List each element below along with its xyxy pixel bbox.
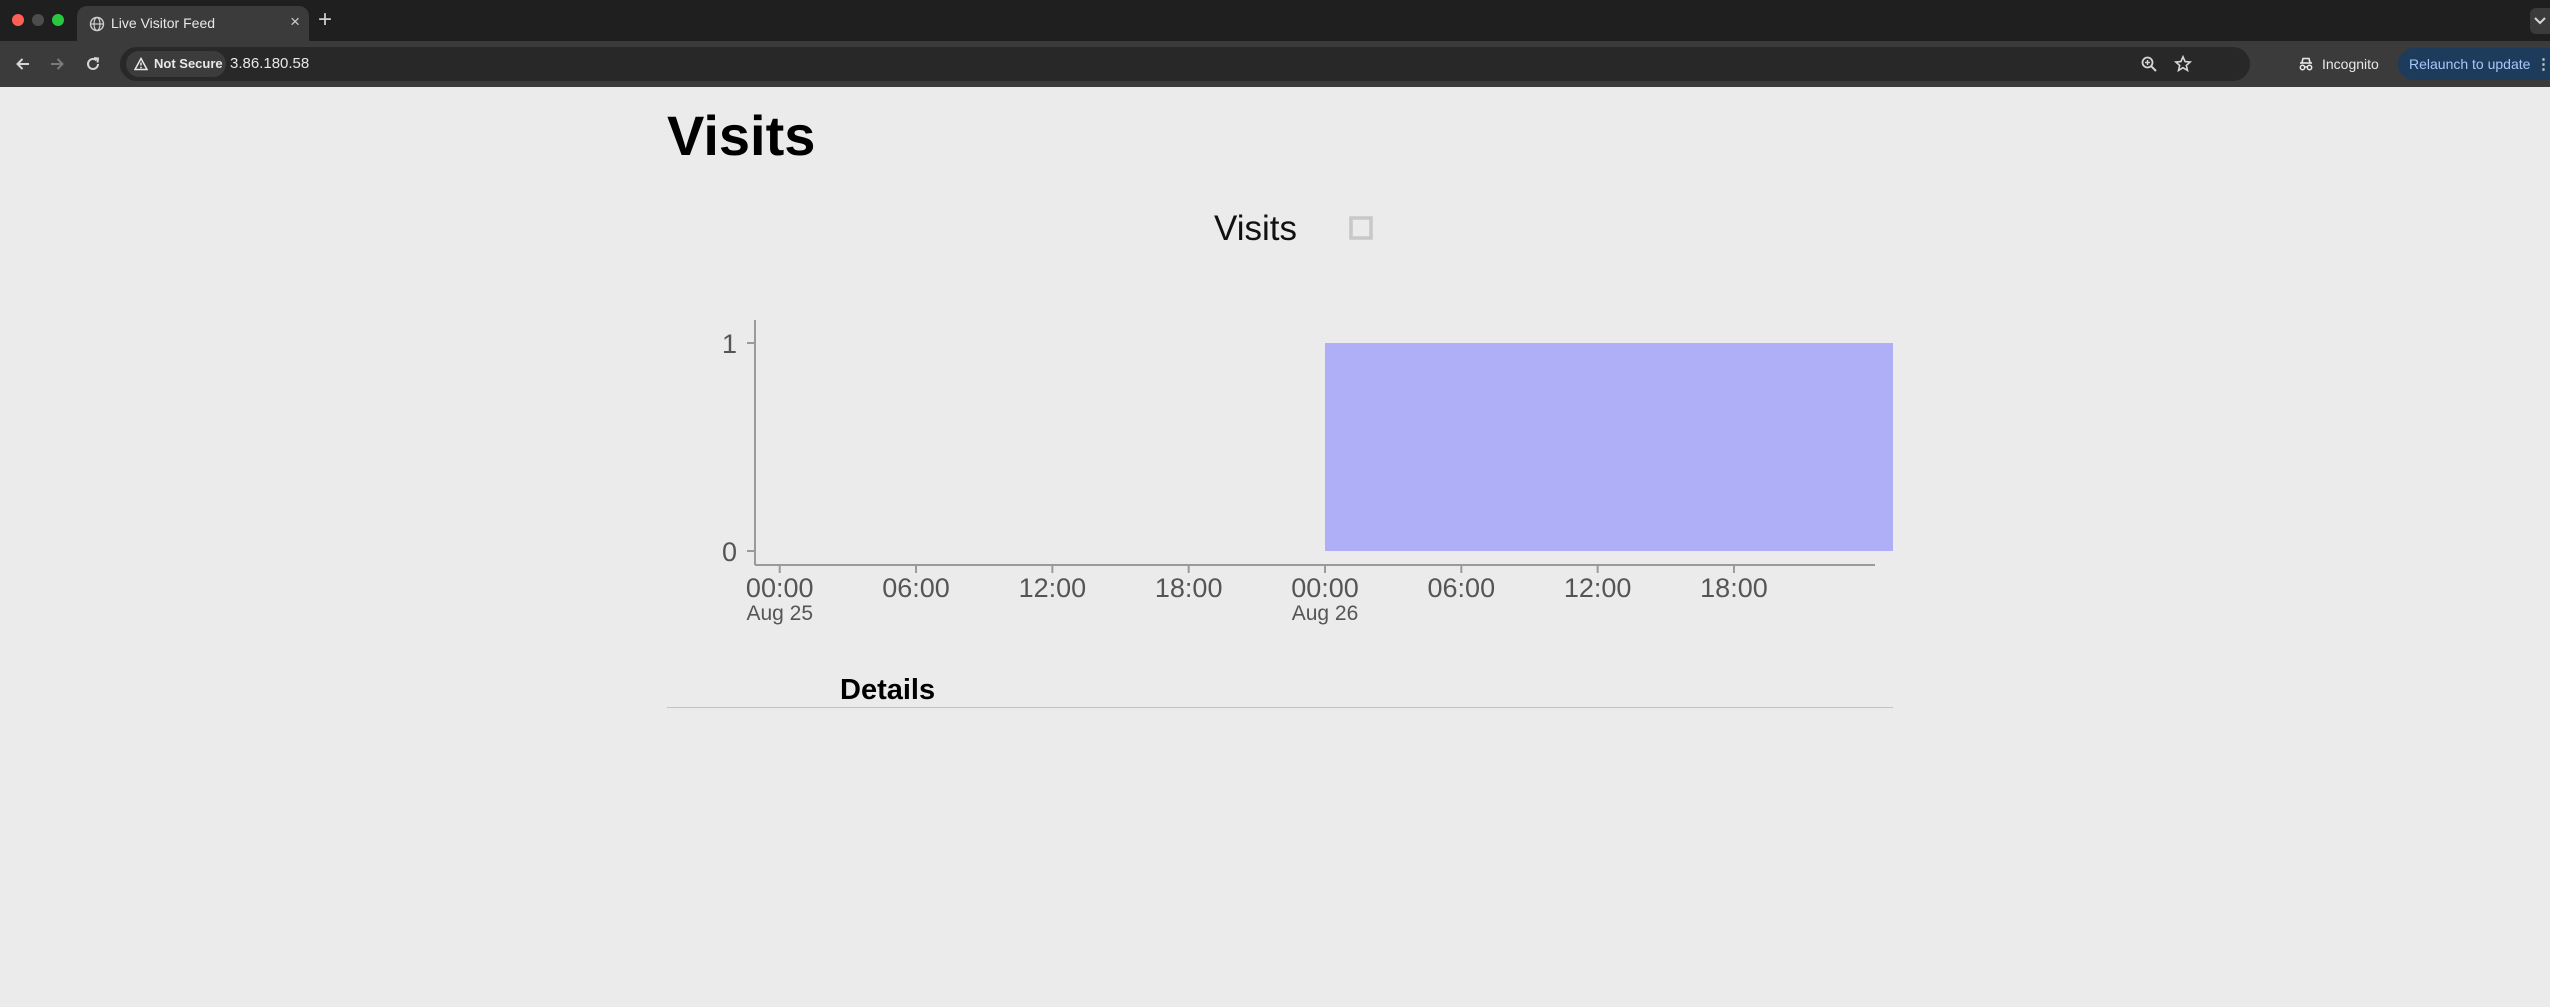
- y-tick-label: 1: [722, 329, 737, 359]
- incognito-label: Incognito: [2322, 56, 2379, 72]
- plot-area: [1325, 343, 1893, 551]
- window-minimize-button[interactable]: [32, 14, 44, 26]
- y-tick-label: 0: [722, 537, 737, 567]
- back-arrow-icon[interactable]: [14, 55, 32, 73]
- reload-icon[interactable]: [84, 55, 102, 73]
- x-tick-label: 00:00: [746, 573, 814, 603]
- zoom-icon[interactable]: [2140, 55, 2158, 73]
- visits-chart: Visits 01 00:00 Aug 25 06:00 12:00 18:00 00:0…: [667, 195, 1907, 640]
- forward-arrow-icon[interactable]: [48, 55, 66, 73]
- window-maximize-button[interactable]: [52, 14, 64, 26]
- window-close-button[interactable]: [12, 14, 24, 26]
- security-label: Not Secure: [154, 56, 223, 71]
- chart-title: Visits: [1214, 209, 1297, 248]
- details-heading: Details: [840, 674, 936, 706]
- tab-title: Live Visitor Feed: [111, 15, 216, 31]
- legend-swatch[interactable]: [1349, 216, 1373, 240]
- security-indicator[interactable]: Not Secure: [126, 51, 226, 77]
- browser-toolbar: Not Secure 3.86.180.58 Incognito Relaunc…: [0, 41, 2550, 87]
- x-tick-label: 06:00: [882, 573, 950, 603]
- relaunch-to-update-button[interactable]: Relaunch to update ⋮: [2398, 48, 2550, 80]
- bookmark-star-icon[interactable]: [2174, 55, 2192, 73]
- x-tick-label: 18:00: [1700, 573, 1768, 603]
- globe-icon: [89, 16, 105, 32]
- visits-chart-svg: Visits 01 00:00Aug 2506:00 12:00 18:00 00:0…: [722, 209, 1893, 625]
- browser-tab-bar: Live Visitor Feed × +: [0, 0, 2550, 41]
- browser-tab-active[interactable]: Live Visitor Feed ×: [77, 6, 309, 41]
- browser-menu-icon[interactable]: ⋮: [2536, 55, 2550, 73]
- tab-search-button[interactable]: [2530, 8, 2550, 34]
- chevron-down-icon: [2534, 17, 2546, 25]
- details-divider: [667, 707, 1893, 708]
- x-tick-label: 12:00: [1564, 573, 1632, 603]
- x-tick-label: 18:00: [1155, 573, 1223, 603]
- x-tick-label: 06:00: [1428, 573, 1496, 603]
- new-tab-button[interactable]: +: [318, 6, 332, 34]
- incognito-indicator[interactable]: Incognito: [2286, 48, 2392, 80]
- incognito-icon: [2299, 57, 2313, 71]
- x-tick-date-label: Aug 26: [1292, 602, 1359, 625]
- tab-close-icon[interactable]: ×: [290, 12, 300, 32]
- warning-triangle-icon: [134, 57, 148, 71]
- x-tick-label: 12:00: [1019, 573, 1087, 603]
- visits-area-0: [1325, 343, 1893, 551]
- x-tick-label: 00:00: [1291, 573, 1359, 603]
- page-title: Visits: [667, 104, 816, 167]
- relaunch-label: Relaunch to update: [2409, 56, 2531, 72]
- address-bar[interactable]: Not Secure 3.86.180.58: [120, 47, 2250, 81]
- x-axis-ticks: 00:00Aug 2506:00 12:00 18:00 00:00Aug 2606:…: [746, 565, 1768, 625]
- url-text[interactable]: 3.86.180.58: [230, 55, 309, 72]
- y-axis-ticks: 01: [722, 329, 755, 567]
- x-tick-date-label: Aug 25: [746, 602, 813, 625]
